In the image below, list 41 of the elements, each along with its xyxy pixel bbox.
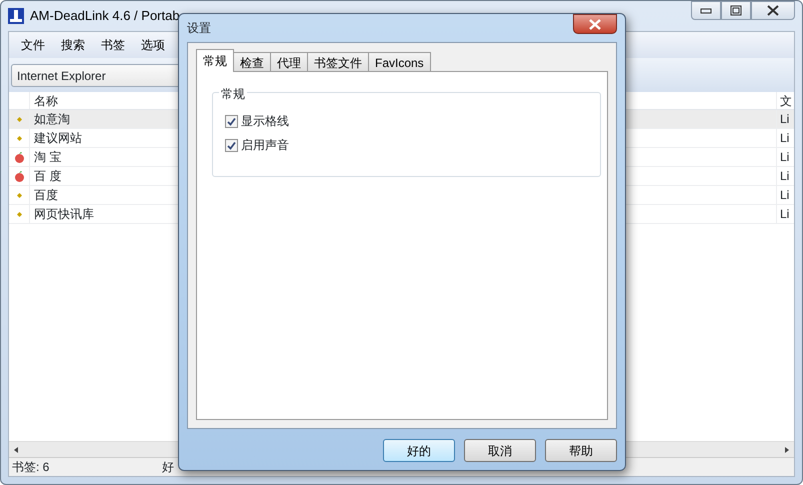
dialog-button[interactable]: 好的 bbox=[383, 439, 455, 462]
checkbox-label: 显示格线 bbox=[241, 113, 289, 130]
close-icon bbox=[588, 18, 602, 30]
tab[interactable]: 常规 bbox=[196, 49, 234, 72]
menu-item[interactable]: 书签 bbox=[93, 34, 133, 56]
column-header[interactable]: 文 bbox=[776, 92, 794, 109]
bullet-icon bbox=[16, 192, 22, 198]
apple-icon bbox=[14, 170, 24, 182]
table-cell: Li bbox=[776, 129, 794, 147]
app-icon bbox=[8, 8, 24, 24]
bullet-icon bbox=[16, 212, 22, 216]
table-cell: Li bbox=[776, 186, 794, 204]
maximize-button[interactable] bbox=[721, 1, 751, 20]
close-button[interactable] bbox=[751, 1, 795, 20]
menu-item[interactable]: 选项 bbox=[133, 34, 173, 56]
table-cell: Li bbox=[776, 205, 794, 223]
menu-item[interactable]: 搜索 bbox=[53, 34, 93, 56]
dialog-title: 设置 bbox=[187, 20, 211, 37]
table-cell: Li bbox=[776, 167, 794, 185]
apple-icon bbox=[14, 152, 24, 162]
table-cell: Li bbox=[776, 110, 794, 128]
menu-item[interactable]: 文件 bbox=[13, 34, 53, 56]
tab[interactable]: 检查 bbox=[233, 52, 271, 72]
tab[interactable]: FavIcons bbox=[368, 52, 431, 72]
table-cell: Li bbox=[776, 148, 794, 166]
dialog-button[interactable]: 帮助 bbox=[545, 439, 617, 462]
bullet-icon bbox=[16, 116, 22, 122]
close-icon bbox=[767, 5, 779, 16]
tab[interactable]: 代理 bbox=[270, 52, 308, 72]
window-title: AM-DeadLink 4.6 / Portab bbox=[30, 7, 180, 26]
minimize-icon bbox=[700, 8, 712, 14]
status-text: 书签: 6 bbox=[11, 459, 50, 476]
tab[interactable]: 书签文件 bbox=[307, 52, 369, 72]
maximize-icon bbox=[730, 5, 742, 16]
status-text: 好 bbox=[161, 459, 174, 476]
checkbox[interactable] bbox=[225, 138, 238, 152]
close-button[interactable] bbox=[573, 14, 617, 34]
dialog-button[interactable]: 取消 bbox=[464, 439, 536, 462]
minimize-button[interactable] bbox=[691, 1, 721, 20]
bullet-icon bbox=[16, 136, 22, 140]
checkbox[interactable] bbox=[225, 114, 238, 128]
